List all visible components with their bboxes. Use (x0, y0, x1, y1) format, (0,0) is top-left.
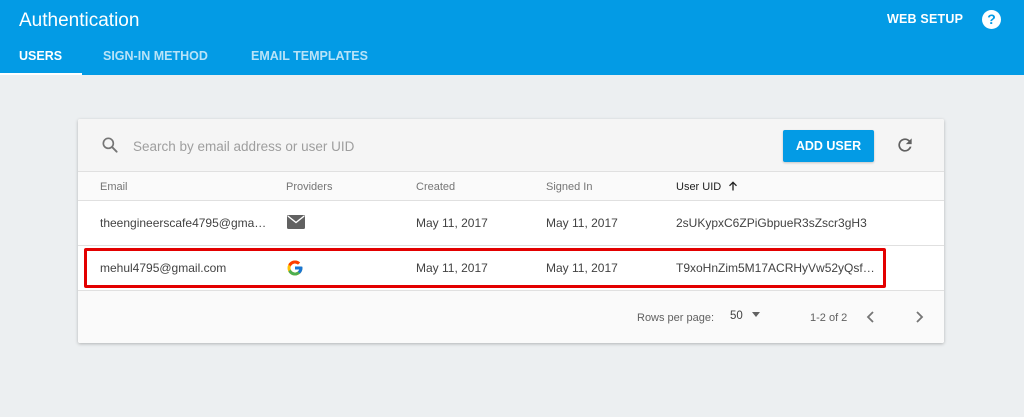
active-tab-indicator (0, 73, 82, 75)
column-header-created[interactable]: Created (416, 181, 455, 193)
search-input[interactable] (133, 135, 513, 157)
user-signed-in: May 11, 2017 (546, 261, 618, 275)
user-uid: 2sUKypxC6ZPiGbpueR3sZscr3gH3 (676, 216, 867, 230)
users-card: ADD USER Email Providers Created Signed … (78, 119, 944, 343)
page-title: Authentication (19, 10, 140, 31)
tab-sign-in-method[interactable]: SIGN-IN METHOD (103, 49, 208, 63)
user-created: May 11, 2017 (416, 216, 488, 230)
help-icon[interactable]: ? (982, 10, 1001, 29)
column-header-providers: Providers (286, 181, 333, 193)
search-bar: ADD USER (78, 119, 944, 171)
rows-per-page-label: Rows per page: (637, 312, 715, 324)
pagination-range: 1-2 of 2 (810, 312, 848, 324)
column-header-user-uid[interactable]: User UID (676, 181, 738, 193)
web-setup-button[interactable]: WEB SETUP (887, 12, 963, 26)
google-icon (287, 260, 303, 276)
app-header: Authentication WEB SETUP ? USERS SIGN-IN… (0, 0, 1024, 75)
rows-per-page-select[interactable]: 50 (730, 310, 760, 322)
search-icon (102, 137, 118, 153)
chevron-left-icon[interactable] (864, 309, 878, 325)
email-icon (287, 215, 305, 229)
add-user-button[interactable]: ADD USER (783, 130, 874, 162)
pagination-bar: Rows per page: 50 1-2 of 2 (78, 291, 944, 343)
table-header: Email Providers Created Signed In User U… (78, 171, 944, 201)
tab-email-templates[interactable]: EMAIL TEMPLATES (251, 49, 368, 63)
column-header-email[interactable]: Email (100, 181, 128, 193)
rows-per-page-value: 50 (730, 310, 743, 322)
user-email: mehul4795@gmail.com (100, 261, 227, 275)
column-header-signed-in[interactable]: Signed In (546, 181, 592, 193)
caret-down-icon (751, 312, 760, 317)
refresh-icon[interactable] (895, 135, 915, 155)
column-header-user-uid-label: User UID (676, 181, 722, 193)
chevron-right-icon[interactable] (912, 309, 926, 325)
user-uid: T9xoHnZim5M17ACRHyVw52yQsf… (676, 261, 875, 275)
arrow-up-icon (729, 181, 738, 191)
tab-users[interactable]: USERS (19, 49, 62, 63)
table-row[interactable]: theengineerscafe4795@gma… May 11, 2017 M… (78, 201, 944, 246)
user-email: theengineerscafe4795@gma… (100, 216, 267, 230)
table-row[interactable]: mehul4795@gmail.com May 11, 2017 May 11,… (78, 246, 944, 291)
user-created: May 11, 2017 (416, 261, 488, 275)
user-signed-in: May 11, 2017 (546, 216, 618, 230)
